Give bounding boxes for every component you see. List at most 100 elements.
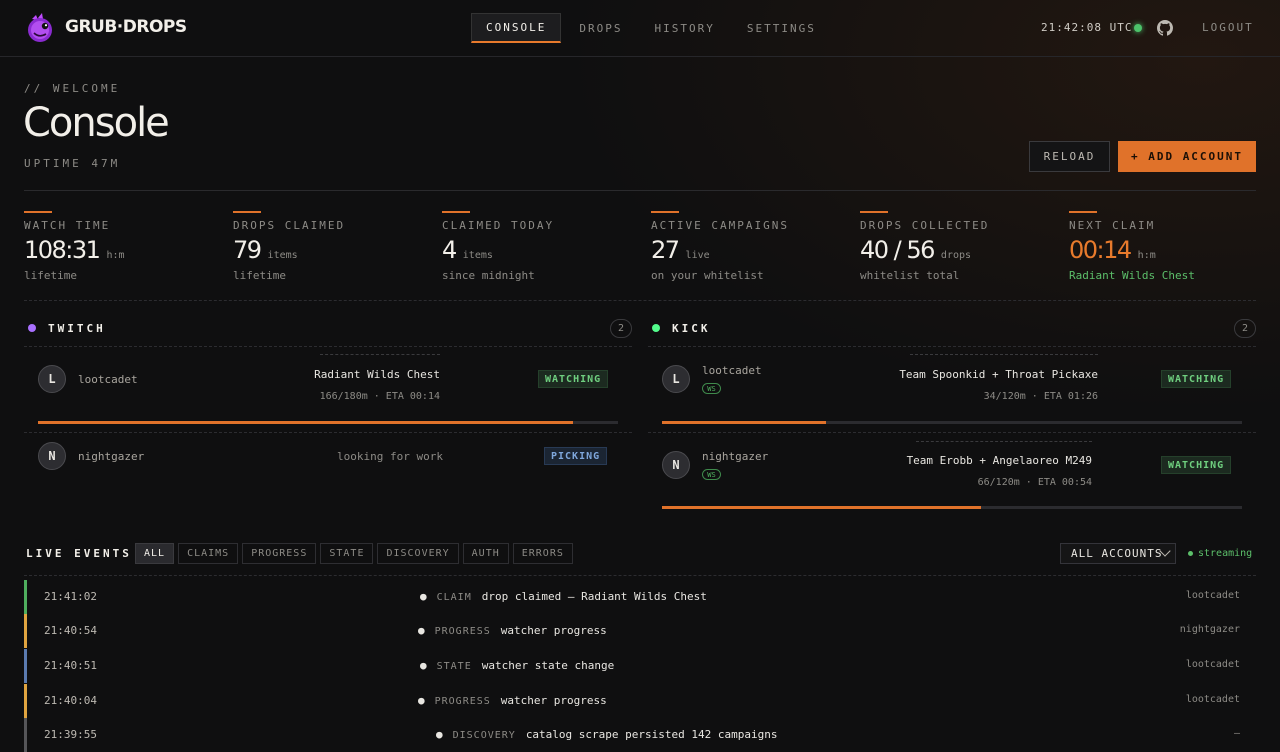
status-badge: WATCHING — [1161, 370, 1232, 388]
grub-logo-icon — [28, 13, 52, 42]
header-divider — [24, 190, 1256, 191]
logout-link[interactable]: LOGOUT — [1202, 21, 1254, 34]
watcher-row[interactable]: N nightgazer WS Team Erobb + Angelaoreo … — [648, 432, 1256, 512]
filter-progress[interactable]: PROGRESS — [242, 543, 317, 564]
stat-accent-bar — [860, 211, 888, 213]
stat-value: 4 — [442, 236, 457, 264]
event-message: watcher progress — [500, 624, 607, 637]
event-message: drop claimed — Radiant Wilds Chest — [481, 590, 707, 603]
github-icon[interactable] — [1157, 20, 1173, 36]
filter-discovery[interactable]: DISCOVERY — [377, 543, 459, 564]
account-count-badge: 2 — [610, 319, 632, 338]
bullet-icon: ● — [436, 728, 443, 741]
stat-accent-bar — [233, 211, 261, 213]
event-row[interactable]: 21:41:02 ● CLAIM drop claimed — Radiant Wi… — [24, 580, 1256, 614]
reload-button[interactable]: RELOAD — [1029, 141, 1110, 172]
campaign-rule — [320, 354, 440, 355]
filter-auth[interactable]: AUTH — [462, 543, 509, 564]
progress-track — [38, 421, 618, 424]
stat-watch-time: WATCH TIME 108:31 h:m lifetime — [24, 211, 224, 282]
progress-fill — [38, 421, 573, 424]
event-row[interactable]: 21:39:55 ● DISCOVERY catalog scrape persis… — [24, 718, 1256, 752]
tab-console[interactable]: CONSOLE — [471, 13, 562, 43]
event-account: lootcadet — [1185, 590, 1240, 601]
event-type-bar — [24, 614, 27, 648]
stat-claimed-today: CLAIMED TODAY 4 items since midnight — [442, 211, 642, 282]
account-filter-value: ALL ACCOUNTS — [1071, 547, 1163, 560]
account-name: nightgazer — [702, 450, 769, 463]
event-row[interactable]: 21:40:51 ● STATE watcher state change loot… — [24, 649, 1256, 683]
stat-value: 00:14 — [1069, 236, 1132, 264]
event-body: ● CLAIM drop claimed — Radiant Wilds Chest — [420, 590, 707, 603]
campaign-name: Radiant Wilds Chest — [314, 368, 440, 381]
live-events-title: LIVE EVENTS — [26, 547, 132, 560]
campaign-rule — [916, 441, 1092, 442]
stat-unit: h:m — [106, 250, 125, 261]
tab-drops[interactable]: DROPS — [565, 13, 636, 43]
stat-next-claim: NEXT CLAIM 00:14 h:m Radiant Wilds Chest — [1069, 211, 1269, 282]
event-account: nightgazer — [1179, 624, 1240, 635]
stat-label: DROPS COLLECTED — [860, 219, 990, 232]
event-body: ● STATE watcher state change — [420, 659, 614, 672]
add-account-button[interactable]: + ADD ACCOUNT — [1118, 141, 1256, 172]
progress-fill — [662, 506, 981, 509]
event-type: PROGRESS — [434, 626, 491, 637]
status-badge: PICKING — [544, 447, 608, 465]
event-row[interactable]: 21:40:54 ● PROGRESS watcher progress night… — [24, 614, 1256, 648]
status-badge: WATCHING — [1161, 456, 1232, 474]
watcher-row[interactable]: N nightgazer looking for work PICKING — [24, 432, 632, 482]
brand-name[interactable]: GRUB·DROPS — [65, 17, 187, 37]
avatar: L — [38, 365, 66, 393]
event-row[interactable]: 21:40:04 ● PROGRESS watcher progress lootc… — [24, 684, 1256, 718]
campaign-name: Team Erobb + Angelaoreo M249 — [906, 454, 1092, 467]
stat-unit: items — [462, 250, 493, 261]
stat-unit: h:m — [1137, 250, 1156, 261]
event-type-bar — [24, 580, 27, 614]
avatar: N — [38, 442, 66, 470]
watcher-row[interactable]: L lootcadet Radiant Wilds Chest 166/180m… — [24, 346, 632, 424]
event-type-bar — [24, 684, 27, 718]
account-count-badge: 2 — [1234, 319, 1256, 338]
account-filter-select[interactable]: ALL ACCOUNTS — [1060, 543, 1176, 564]
stat-label: ACTIVE CAMPAIGNS — [651, 219, 789, 232]
stat-sub: since midnight — [442, 269, 535, 282]
utc-clock: 21:42:08 UTC — [1041, 21, 1133, 34]
panel-title: TWITCH — [48, 322, 106, 335]
status-badge: WATCHING — [538, 370, 609, 388]
watcher-row[interactable]: L lootcadet WS Team Spoonkid + Throat Pi… — [648, 346, 1256, 426]
bullet-icon: ● — [420, 659, 427, 672]
filter-errors[interactable]: ERRORS — [512, 543, 573, 564]
stat-label: NEXT CLAIM — [1069, 219, 1156, 232]
stat-value: 40 / 56 — [860, 236, 935, 264]
stat-drops-collected: DROPS COLLECTED 40 / 56 drops whitelist t… — [860, 211, 1060, 282]
filter-all[interactable]: ALL — [135, 543, 175, 564]
event-time: 21:40:51 — [44, 659, 97, 672]
progress-meta: 34/120m · ETA 01:26 — [983, 391, 1098, 402]
event-type: CLAIM — [436, 592, 472, 603]
avatar: L — [662, 365, 690, 393]
panel-title: KICK — [672, 322, 711, 335]
event-account: lootcadet — [1185, 659, 1240, 670]
uptime-label: UPTIME 47M — [24, 157, 121, 170]
websocket-badge: WS — [702, 383, 721, 394]
stat-drops-claimed: DROPS CLAIMED 79 items lifetime — [233, 211, 433, 282]
filter-claims[interactable]: CLAIMS — [178, 543, 239, 564]
stat-accent-bar — [651, 211, 679, 213]
connection-status-dot — [1134, 24, 1142, 32]
account-name: nightgazer — [78, 450, 145, 463]
progress-meta: 66/120m · ETA 00:54 — [977, 477, 1092, 488]
stat-active-campaigns: ACTIVE CAMPAIGNS 27 live on your whitelis… — [651, 211, 851, 282]
bullet-icon: ● — [418, 624, 425, 637]
event-time: 21:39:55 — [44, 728, 97, 741]
tab-settings[interactable]: SETTINGS — [733, 13, 830, 43]
panel-header: TWITCH 2 — [24, 318, 632, 340]
stat-accent-bar — [24, 211, 52, 213]
event-time: 21:41:02 — [44, 590, 97, 603]
panel-header: KICK 2 — [648, 318, 1256, 340]
event-time: 21:40:54 — [44, 624, 97, 637]
event-account: lootcadet — [1185, 694, 1240, 705]
twitch-panel: TWITCH 2 L lootcadet Radiant Wilds Chest… — [24, 318, 632, 470]
kick-panel: KICK 2 L lootcadet WS Team Spoonkid + Th… — [648, 318, 1256, 509]
filter-state[interactable]: STATE — [320, 543, 374, 564]
tab-history[interactable]: HISTORY — [640, 13, 728, 43]
